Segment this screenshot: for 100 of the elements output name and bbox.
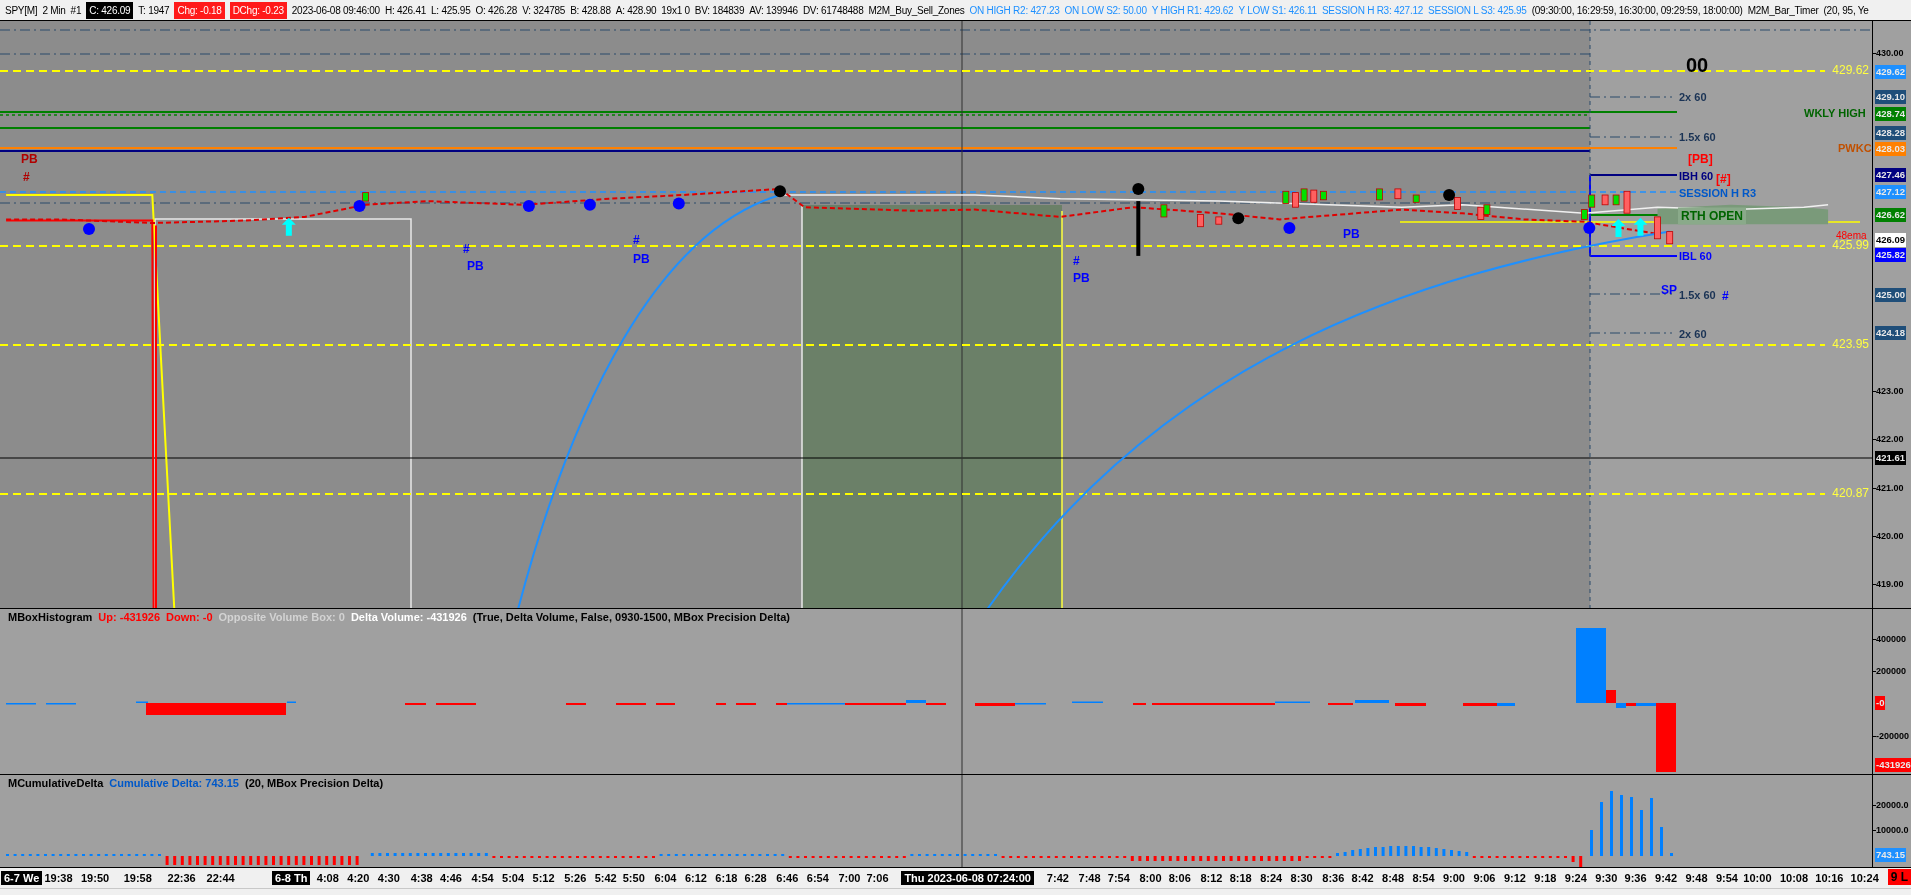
delta-bar <box>264 856 268 865</box>
time-label: 6:28 <box>744 871 767 885</box>
delta-bar <box>1146 856 1149 861</box>
delta-bar <box>1630 797 1633 856</box>
delta-bar <box>180 856 184 865</box>
time-label: 9:06 <box>1473 871 1496 885</box>
delta-bar <box>340 856 344 865</box>
date-badge: 6-8 Th <box>272 871 311 885</box>
dot-marker <box>672 197 685 210</box>
delta-bar <box>1267 856 1271 861</box>
chart-label: # <box>633 234 640 248</box>
time-label: 9:54 <box>1715 871 1738 885</box>
time-label: 8:24 <box>1260 871 1283 885</box>
price-badge: 427.12 <box>1875 185 1907 199</box>
header-field: A: 428.90 <box>615 1 657 19</box>
delta-bar <box>332 856 336 865</box>
delta-bar <box>173 856 177 865</box>
candlestick <box>1412 194 1420 203</box>
delta-bar <box>446 853 450 856</box>
time-label: 8:12 <box>1200 871 1223 885</box>
price-badge: 428.03 <box>1875 142 1907 156</box>
delta-bar <box>1404 846 1408 856</box>
time-label: 6:46 <box>776 871 799 885</box>
time-label: 7:00 <box>838 871 861 885</box>
time-label: 9:42 <box>1655 871 1678 885</box>
price-badge: 429.62 <box>1875 65 1907 79</box>
candlestick <box>1310 189 1318 203</box>
candlestick <box>1376 188 1383 201</box>
up-arrow-icon <box>1611 218 1626 237</box>
dot-marker <box>1443 189 1456 201</box>
chart-label: WKLY HIGH <box>1804 106 1866 120</box>
time-label: 4:20 <box>347 871 370 885</box>
chart-label: SESSION H R3 <box>1679 186 1757 200</box>
time-label: 5:42 <box>594 871 617 885</box>
chart-label: PB <box>1343 228 1360 242</box>
header-field: T: 1947 <box>138 1 170 19</box>
time-label: 8:54 <box>1412 871 1435 885</box>
time-label: 7:48 <box>1078 871 1101 885</box>
legend-text: Cumulative Delta: 743.15 <box>109 777 239 789</box>
delta-bar <box>1434 848 1438 856</box>
header-field: SESSION H R3: 427.12 <box>1321 1 1424 19</box>
delta-bar <box>1640 810 1643 856</box>
delta-bar <box>424 853 427 856</box>
delta-bar <box>1290 856 1294 861</box>
candlestick <box>1136 201 1141 256</box>
delta-bar <box>386 853 389 856</box>
delta-bar <box>1153 856 1157 861</box>
delta-bar <box>1130 856 1134 861</box>
chart-label: PWKC <box>1838 141 1872 155</box>
delta-bar <box>1138 856 1142 861</box>
header-field: 2023-06-08 09:46:00 <box>291 1 380 19</box>
time-label: 4:38 <box>410 871 433 885</box>
delta-bar <box>1366 848 1370 856</box>
dot-marker <box>1583 221 1596 234</box>
candlestick <box>1197 214 1204 228</box>
delta-bar <box>477 853 481 856</box>
time-label: 8:30 <box>1290 871 1313 885</box>
chart-label: # <box>1722 290 1729 304</box>
delta-bar <box>1650 798 1653 856</box>
delta-bar <box>1396 846 1400 856</box>
delta-bar <box>1465 852 1469 856</box>
header-field: Chg: -0.18 <box>174 1 225 19</box>
axis-tick-label: 423.00 <box>1876 386 1904 396</box>
header-field: (09:30:00, 16:29:59, 16:30:00, 09:29:59, 18:00:00) <box>1531 1 1743 19</box>
chart-label: 1.5x 60 <box>1679 130 1716 144</box>
delta-bar <box>196 856 199 865</box>
legend-text: (20, MBox Precision Delta) <box>245 777 384 789</box>
candlestick <box>362 192 369 202</box>
delta-bar <box>1381 847 1385 856</box>
delta-bar <box>408 853 412 856</box>
time-label: 4:46 <box>439 871 462 885</box>
delta-bar <box>462 853 465 856</box>
delta-bar <box>310 856 313 865</box>
histogram-bar <box>1395 703 1426 706</box>
time-label: 6:12 <box>684 871 707 885</box>
delta-bar <box>1336 853 1339 856</box>
time-label: 9:30 <box>1595 871 1618 885</box>
time-label: 8:00 <box>1139 871 1162 885</box>
candlestick <box>1612 194 1620 206</box>
delta-bar <box>1229 856 1233 861</box>
delta-bar <box>234 856 237 865</box>
level-label: 425.99 <box>1832 239 1869 253</box>
time-label: 9:24 <box>1564 871 1587 885</box>
chart-label: IBH 60 <box>1679 169 1714 183</box>
delta-bar <box>1620 795 1623 856</box>
delta-bar <box>1670 853 1673 856</box>
time-label: 8:48 <box>1382 871 1405 885</box>
chart-label: 00 <box>1686 53 1709 77</box>
header-field: ON LOW S2: 50.00 <box>1064 1 1147 19</box>
time-label: 10:08 <box>1779 871 1809 885</box>
value-badge: 743.15 <box>1875 848 1907 862</box>
delta-bar <box>1237 856 1241 861</box>
delta-bar <box>469 853 473 856</box>
time-label: 5:26 <box>564 871 587 885</box>
chart-label: 48ema <box>1836 230 1867 242</box>
delta-bar <box>370 853 374 856</box>
time-label: 9:12 <box>1503 871 1526 885</box>
axis-tick-label: 422.00 <box>1876 434 1904 444</box>
candlestick <box>1394 188 1402 200</box>
header-field: SESSION L S3: 425.95 <box>1428 1 1527 19</box>
